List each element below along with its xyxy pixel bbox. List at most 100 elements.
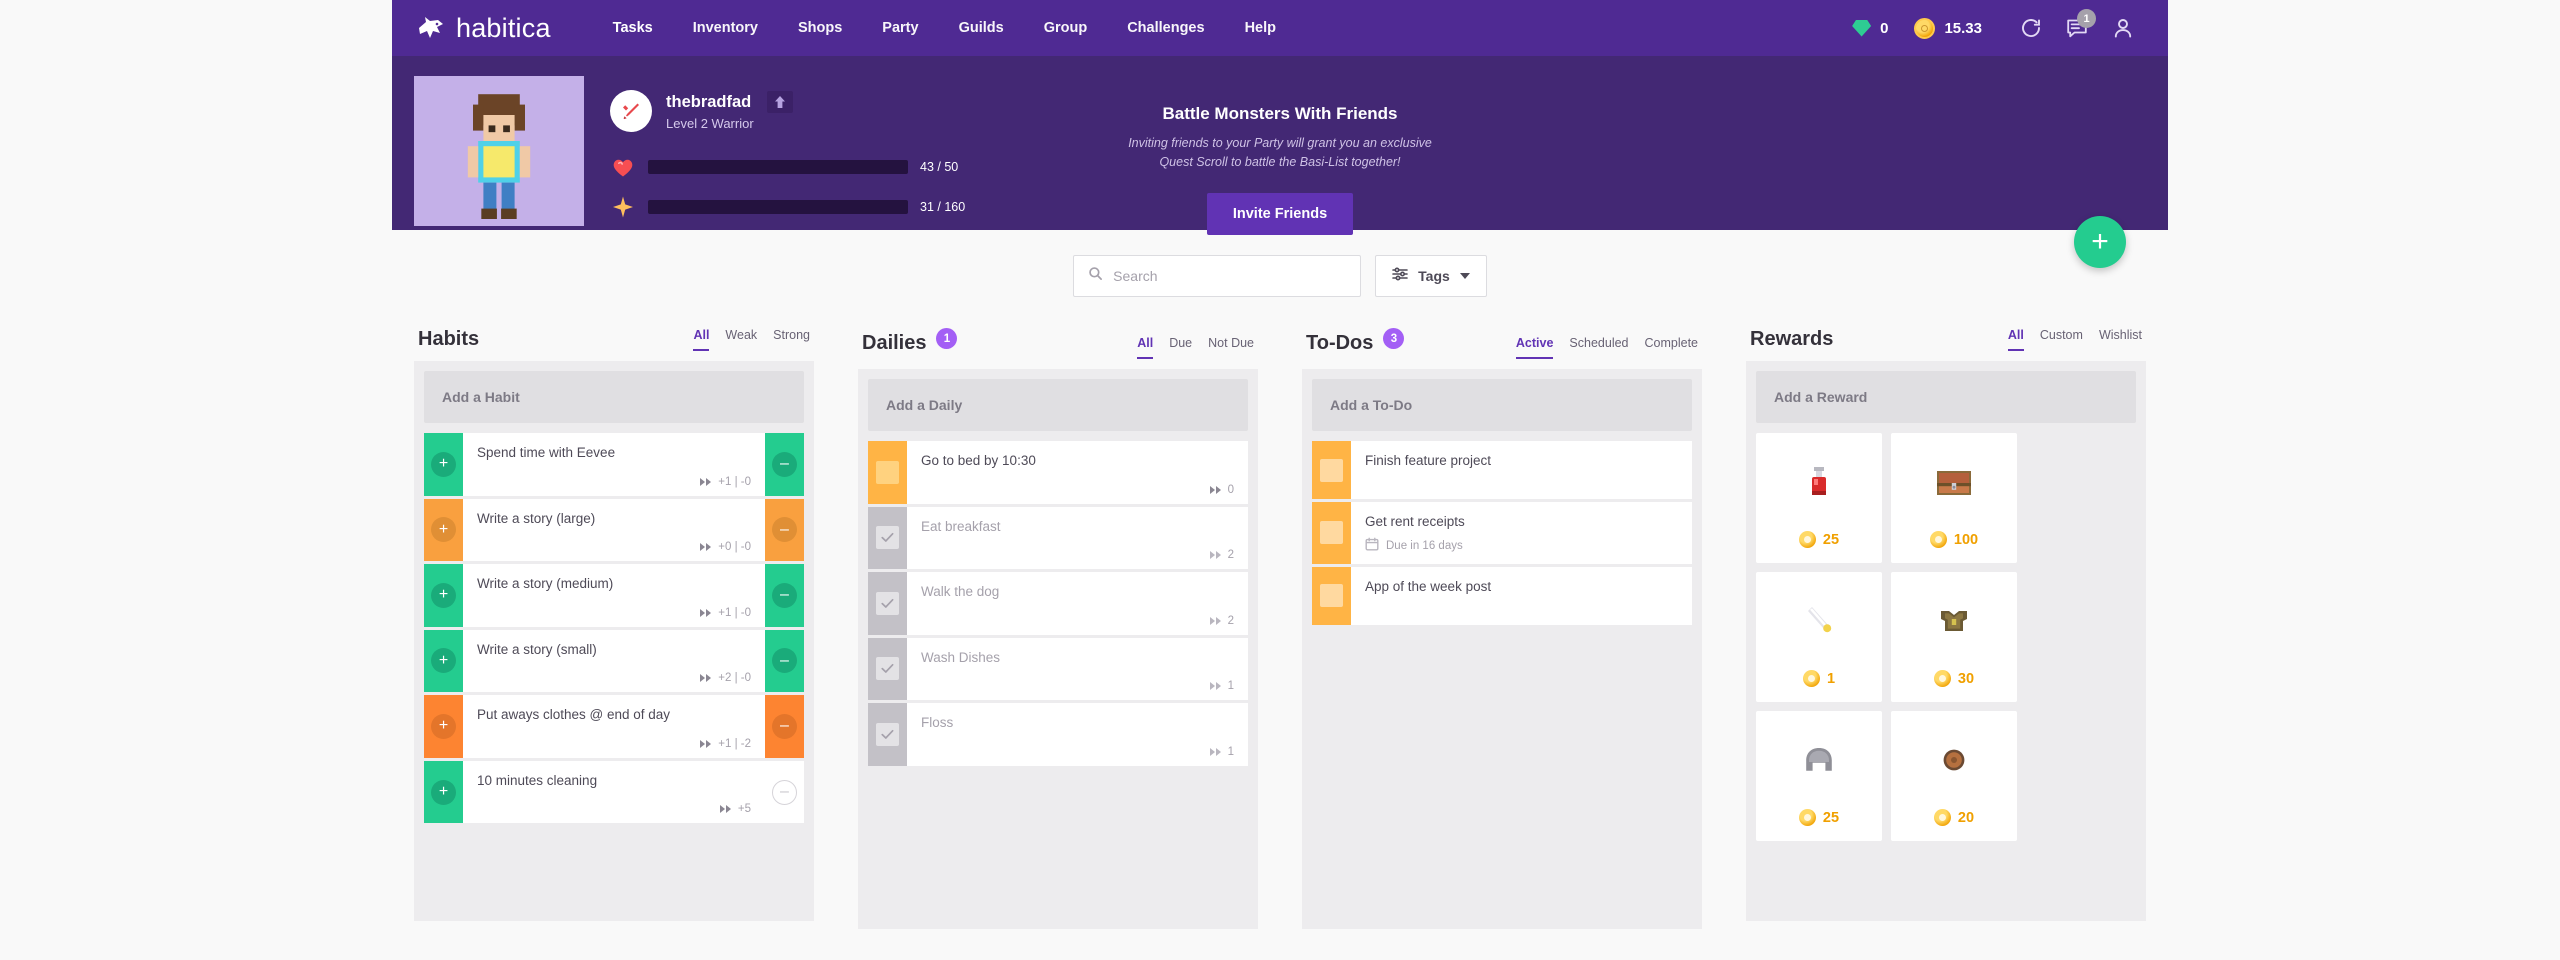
reward-card-health-potion[interactable]: 25 [1756, 433, 1882, 563]
add-todo-button[interactable]: Add a To-Do [1312, 379, 1692, 431]
table-row[interactable]: Wash Dishes 1 [868, 637, 1248, 701]
daily-title: Wash Dishes [921, 649, 1001, 665]
add-daily-button[interactable]: Add a Daily [868, 379, 1248, 431]
tab-habits-all[interactable]: All [693, 328, 710, 351]
brand-logo-link[interactable]: habitica [416, 13, 551, 44]
daily-checkbox-checked[interactable] [868, 703, 907, 766]
habit-minus-button[interactable]: – [765, 629, 804, 693]
table-row[interactable]: + Write a story (medium) +1 | -0 – [424, 564, 804, 627]
habit-minus-button[interactable]: – [765, 498, 804, 562]
habit-minus-button[interactable]: – [765, 695, 804, 758]
reward-card-armor[interactable]: 30 [1891, 572, 2017, 702]
search-input[interactable]: Search [1073, 255, 1362, 297]
table-row[interactable]: + Spend time with Eevee +1 | -0 – [424, 433, 804, 496]
armor-icon [1891, 572, 2017, 670]
reward-cost: 30 [1933, 670, 1974, 702]
dailies-body: Add a Daily Go to bed by 10:30 0 Eat bre… [858, 369, 1258, 929]
gold-value: 15.33 [1944, 19, 1982, 37]
nav-link-party[interactable]: Party [862, 12, 938, 44]
user-menu-button[interactable] [2100, 0, 2146, 56]
tab-todos-complete[interactable]: Complete [1645, 336, 1699, 359]
habit-minus-button[interactable]: – [765, 564, 804, 627]
table-row[interactable]: App of the week post [1312, 566, 1692, 625]
gold-counter[interactable]: 15.33 [1914, 17, 1982, 39]
invite-friends-button[interactable]: Invite Friends [1206, 192, 1354, 235]
add-reward-button[interactable]: Add a Reward [1756, 371, 2136, 423]
gem-counter[interactable]: 0 [1852, 19, 1888, 37]
tab-dailies-not-due[interactable]: Not Due [1208, 336, 1254, 359]
table-row[interactable]: Get rent receipts Due in 16 days [1312, 502, 1692, 564]
tab-rewards-wishlist[interactable]: Wishlist [2099, 328, 2142, 351]
reward-card-weapon[interactable]: 1 [1756, 572, 1882, 702]
warrior-sword-icon [623, 103, 639, 120]
task-columns: Habits All Weak Strong Add a Habit + Spe… [392, 322, 2168, 929]
reward-card-treasure-chest[interactable]: 100 [1891, 433, 2017, 563]
todo-checkbox[interactable] [1312, 502, 1351, 564]
table-row[interactable]: Floss 1 [868, 703, 1248, 766]
todos-tabs: Active Scheduled Complete [1515, 336, 1699, 359]
avatar[interactable] [414, 76, 584, 226]
calendar-icon [1365, 537, 1379, 556]
gold-coin-icon [1933, 670, 1951, 687]
search-placeholder: Search [1113, 268, 1158, 284]
nav-link-tasks[interactable]: Tasks [593, 12, 673, 44]
add-habit-button[interactable]: Add a Habit [424, 371, 804, 423]
habit-plus-button[interactable]: + [424, 629, 463, 693]
nav-link-help[interactable]: Help [1225, 12, 1296, 44]
tab-rewards-all[interactable]: All [2007, 328, 2024, 351]
todo-checkbox[interactable] [1312, 441, 1351, 499]
nav-right-cluster: 0 15.33 1 [1852, 0, 2146, 56]
habit-plus-button[interactable]: + [424, 695, 463, 758]
daily-checkbox-checked[interactable] [868, 572, 907, 635]
habit-counter: +0 | -0 [718, 541, 751, 554]
tab-dailies-all[interactable]: All [1137, 336, 1154, 359]
tab-habits-weak[interactable]: Weak [725, 328, 757, 351]
add-task-fab[interactable]: + [2074, 216, 2126, 268]
table-row[interactable]: + Write a story (large) +0 | -0 – [424, 498, 804, 562]
habit-minus-button[interactable]: – [765, 433, 804, 496]
reward-card-helmet[interactable]: 25 [1756, 711, 1882, 841]
daily-checkbox[interactable] [868, 441, 907, 504]
habit-plus-button[interactable]: + [424, 760, 463, 824]
tab-rewards-custom[interactable]: Custom [2040, 328, 2083, 351]
todos-title: To-Dos [1306, 332, 1374, 354]
user-avatar-icon [2111, 16, 2135, 40]
nav-link-guilds[interactable]: Guilds [939, 12, 1024, 44]
star-icon [610, 194, 636, 220]
reward-card-shield[interactable]: 20 [1891, 711, 2017, 841]
table-row[interactable]: Walk the dog 2 [868, 572, 1248, 635]
tab-todos-active[interactable]: Active [1515, 336, 1554, 359]
todo-checkbox[interactable] [1312, 566, 1351, 625]
level-up-icon[interactable] [767, 91, 794, 113]
daily-checkbox-checked[interactable] [868, 637, 907, 701]
reward-cost: 25 [1798, 809, 1839, 841]
habit-plus-button[interactable]: + [424, 564, 463, 627]
habit-plus-button[interactable]: + [424, 498, 463, 562]
rewards-grid: 25 100 1 30 25 20 [1756, 433, 2136, 841]
task-toolbar: Search Tags [392, 230, 2168, 322]
table-row[interactable]: + Put aways clothes @ end of day +1 | -2… [424, 695, 804, 758]
user-status-bar: thebradfad Level 2 Warrior 43 / 50 31 / … [392, 56, 2168, 268]
habit-plus-button[interactable]: + [424, 433, 463, 496]
tab-habits-strong[interactable]: Strong [773, 328, 810, 351]
tab-dailies-due[interactable]: Due [1169, 336, 1192, 359]
dailies-title: Dailies [862, 332, 927, 354]
table-row[interactable]: Finish feature project [1312, 441, 1692, 499]
nav-link-challenges[interactable]: Challenges [1107, 12, 1224, 44]
tab-todos-scheduled[interactable]: Scheduled [1569, 336, 1628, 359]
table-row[interactable]: Go to bed by 10:30 0 [868, 441, 1248, 504]
nav-link-inventory[interactable]: Inventory [673, 12, 778, 44]
nav-link-shops[interactable]: Shops [778, 12, 862, 44]
table-row[interactable]: + Write a story (small) +2 | -0 – [424, 629, 804, 693]
sync-button[interactable] [2008, 0, 2054, 56]
tags-button[interactable]: Tags [1375, 255, 1487, 297]
table-row[interactable]: Eat breakfast 2 [868, 506, 1248, 570]
nav-link-group[interactable]: Group [1024, 12, 1108, 44]
checkmark-icon [876, 722, 899, 746]
dailies-header: Dailies 1 All Due Not Due [858, 322, 1258, 369]
messages-button[interactable]: 1 [2054, 0, 2100, 56]
daily-checkbox-checked[interactable] [868, 506, 907, 570]
weapon-sword-icon [1756, 572, 1882, 670]
tags-label: Tags [1418, 268, 1450, 284]
table-row[interactable]: + 10 minutes cleaning +5 – [424, 760, 804, 824]
